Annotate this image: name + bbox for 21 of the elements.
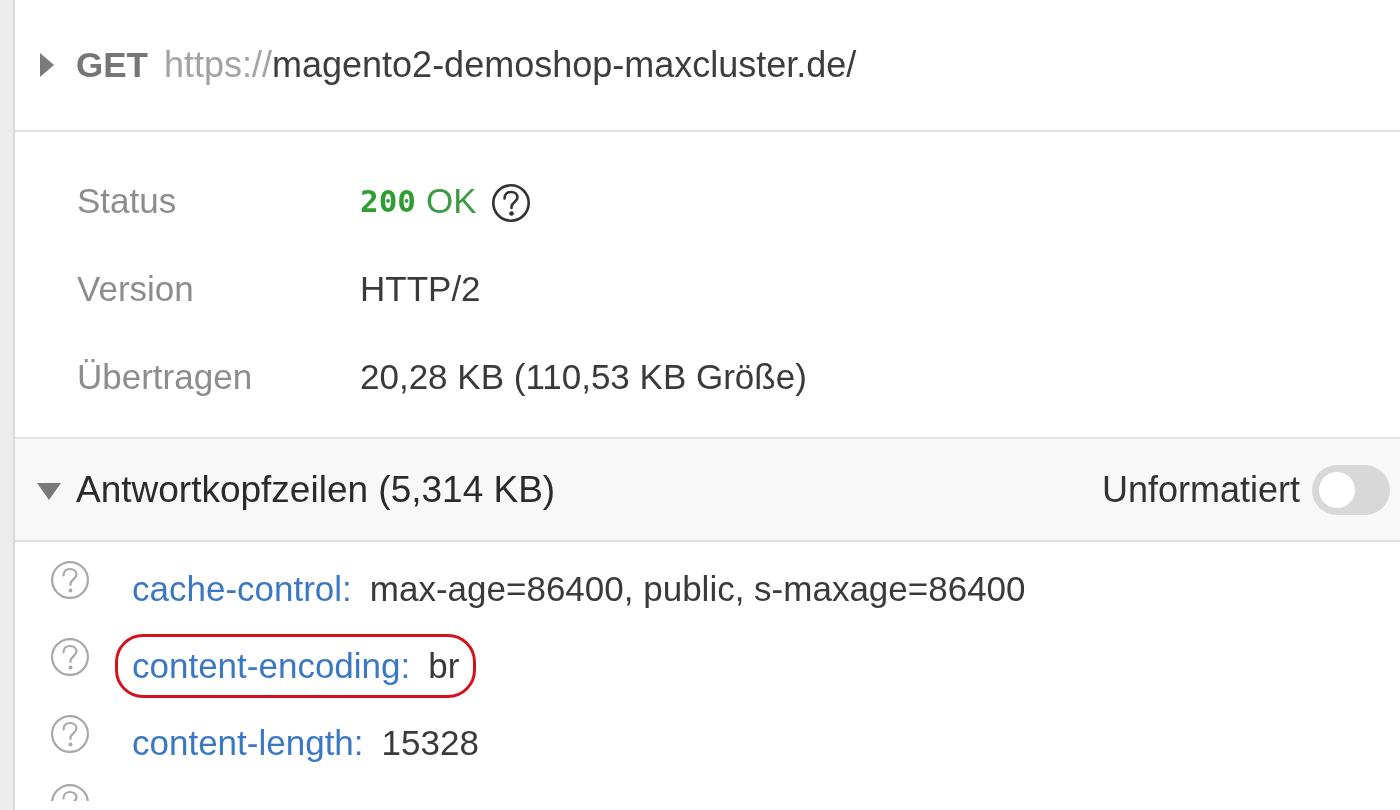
field-label: Version — [77, 269, 195, 309]
header-name: cache-control: — [132, 568, 352, 609]
field-label: Übertragen — [77, 357, 254, 397]
caret-down-icon[interactable] — [37, 483, 61, 500]
toggle-label: Unformatiert — [1101, 468, 1300, 511]
help-icon[interactable] — [490, 183, 531, 223]
request-url: https://magento2-demoshop-maxcluster.de/ — [163, 44, 857, 86]
header-value: br — [428, 645, 460, 686]
toggle-switch[interactable] — [1312, 464, 1390, 515]
status-code: 200 — [360, 183, 416, 219]
header-name: content-length: — [132, 722, 364, 763]
field-value: 20,28 KB (110,53 KB Größe) — [360, 357, 807, 397]
header-name: content-encoding: — [132, 645, 411, 686]
header-value: max-age=86400, public, s-maxage=86400 — [369, 568, 1026, 609]
request-method: GET — [76, 45, 148, 85]
field-label: Status — [77, 181, 178, 221]
section-title: Antwortkopfzeilen (5,314 KB) — [76, 468, 556, 511]
field-value: HTTP/2 — [360, 269, 481, 309]
status-text: OK — [426, 181, 477, 221]
header-value: 15328 — [381, 722, 479, 763]
caret-right-icon[interactable] — [40, 53, 54, 77]
